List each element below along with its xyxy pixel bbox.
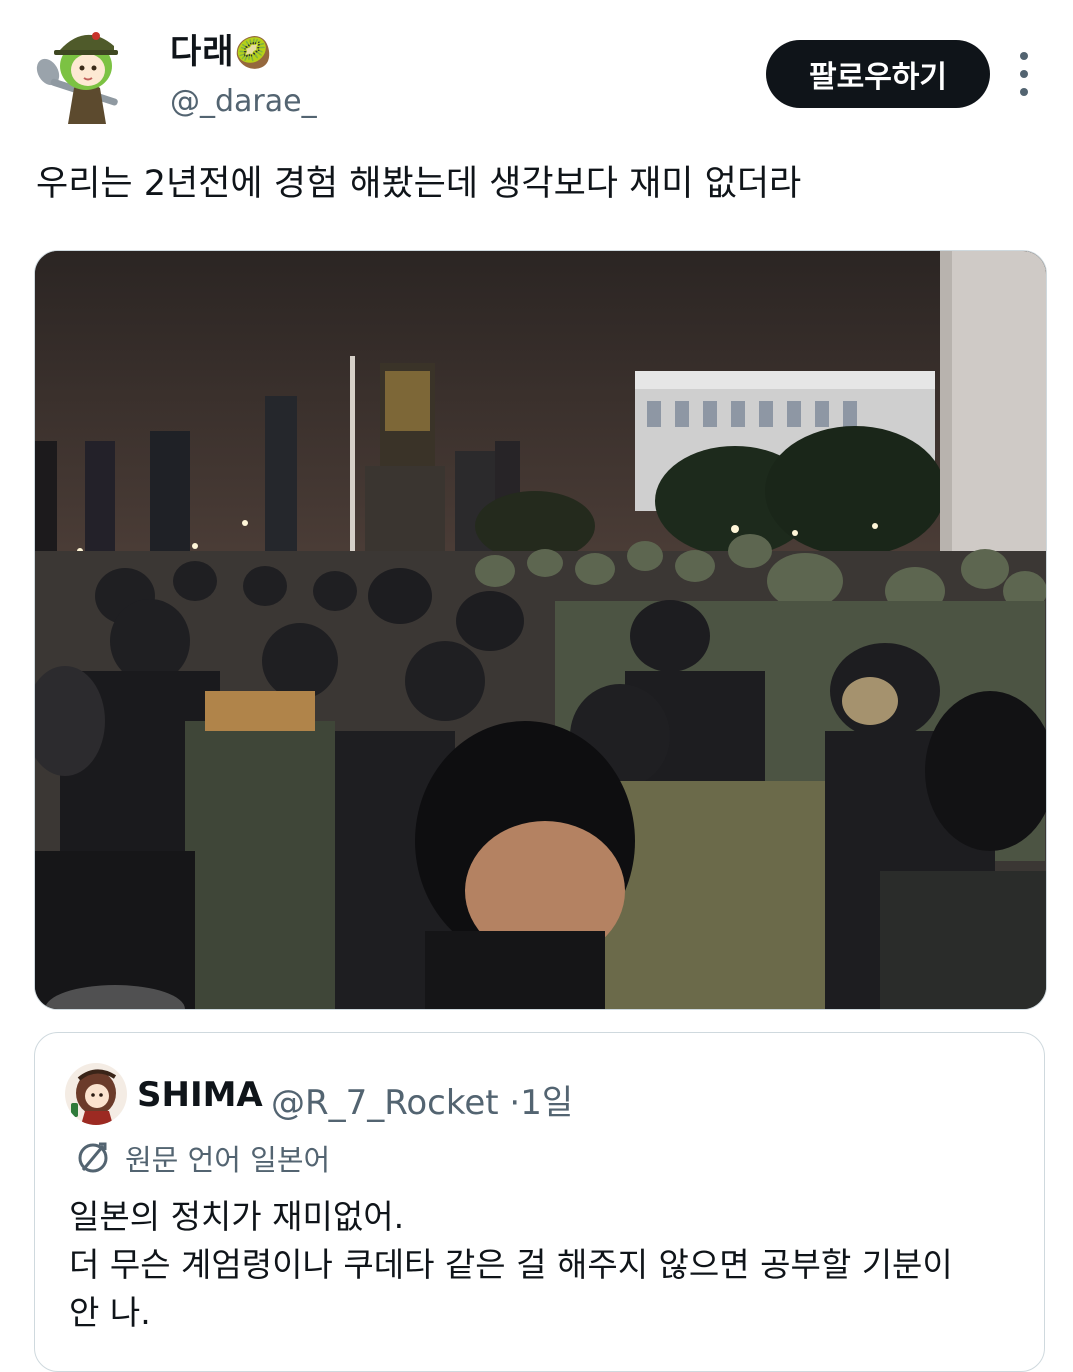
translation-notice: 원문 언어 일본어 (75, 1137, 330, 1179)
kiwi-emoji-icon: 🥝 (234, 36, 273, 71)
quoted-text-line: 일본의 정치가 재미없어. (69, 1197, 405, 1236)
separator-dot: · (509, 1083, 521, 1123)
more-dot (1020, 70, 1028, 78)
author-avatar[interactable] (34, 20, 138, 124)
quoted-display-name[interactable]: SHIMA (137, 1075, 263, 1115)
quoted-time[interactable]: 1일 (520, 1083, 573, 1123)
quoted-author-avatar[interactable] (65, 1063, 127, 1125)
quoted-tweet-text: 일본의 정치가 재미없어. 더 무슨 계엄령이나 쿠데타 같은 걸 해주지 않으… (69, 1193, 1019, 1337)
quoted-handle-row: @R_7_Rocket ·1일 (271, 1075, 573, 1124)
night-crowd-photo (35, 251, 1046, 1009)
quoted-text-line: 더 무슨 계엄령이나 쿠데타 같은 걸 해주지 않으면 공부할 기분이 (69, 1245, 953, 1284)
avatar-illustration (36, 32, 118, 124)
more-vertical-icon[interactable] (1004, 52, 1044, 96)
quoted-handle[interactable]: @R_7_Rocket (271, 1083, 499, 1123)
quoted-avatar-illustration (71, 1069, 117, 1125)
more-dot (1020, 88, 1028, 96)
translate-icon (78, 1142, 108, 1173)
follow-button[interactable]: 팔로우하기 (766, 40, 990, 108)
tweet-photo[interactable] (34, 250, 1047, 1010)
author-name-text: 다래 (170, 32, 235, 72)
quoted-tweet-card[interactable]: SHIMA @R_7_Rocket ·1일 원문 언어 일본어 일본의 정치가 … (34, 1032, 1045, 1372)
author-display-name[interactable]: 다래🥝 (170, 24, 273, 73)
tweet-text: 우리는 2년전에 경험 해봤는데 생각보다 재미 없더라 (36, 164, 802, 204)
author-handle[interactable]: @_darae_ (170, 84, 317, 119)
more-dot (1020, 52, 1028, 60)
translate-label: 원문 언어 일본어 (125, 1143, 331, 1177)
quoted-text-line: 안 나. (69, 1293, 151, 1332)
